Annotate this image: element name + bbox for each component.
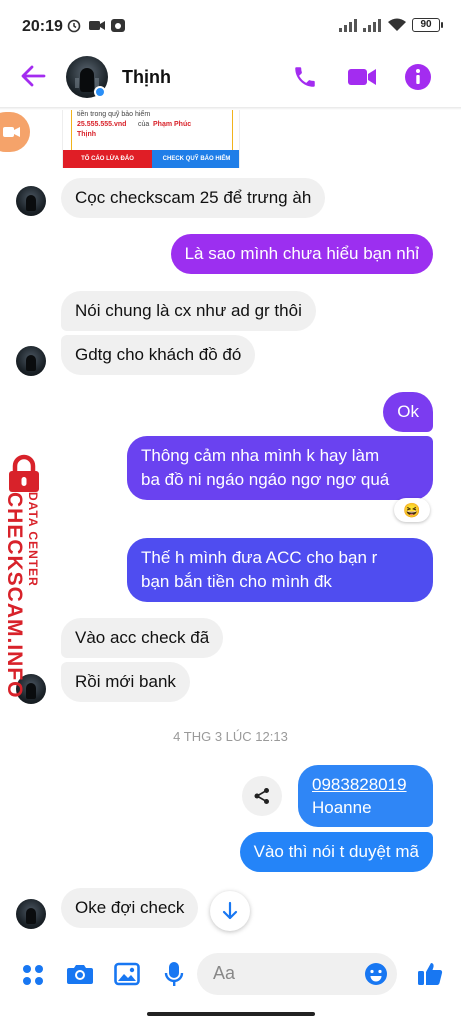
scroll-to-bottom-button[interactable] (210, 891, 250, 931)
battery-tip (441, 22, 443, 28)
message-outgoing[interactable]: Thông cảm nha mình k hay làm ba đồ ni ng… (127, 436, 433, 500)
sender-avatar[interactable] (16, 186, 46, 216)
status-bar: 20:19 90 (0, 0, 461, 48)
watermark: DATA CENTER CHECKSCAM.INFO (0, 450, 60, 699)
sender-avatar[interactable] (16, 346, 46, 376)
message-input-placeholder: Aa (213, 963, 236, 983)
message-timestamp: 4 THG 3 LÚC 12:13 (173, 729, 288, 744)
watermark-line2-wrap: CHECKSCAM.INFO (3, 492, 26, 699)
contact-name[interactable]: Thịnh (122, 67, 171, 88)
image-payee-2: Thịnh (77, 131, 97, 138)
share-button[interactable] (242, 776, 282, 816)
message-incoming[interactable]: Vào acc check đã (61, 618, 224, 658)
watermark-line1-wrap: DATA CENTER (26, 492, 40, 622)
microphone-icon[interactable] (164, 961, 184, 987)
battery-icon: 90 (412, 18, 440, 32)
message-line: bạn bắn tiền cho mình đk (141, 572, 332, 591)
message-incoming[interactable]: Gdtg cho khách đồ đó (61, 335, 256, 375)
wifi-icon (388, 18, 406, 31)
apps-icon[interactable] (22, 964, 44, 986)
back-arrow-icon[interactable] (20, 64, 46, 88)
share-icon (254, 788, 269, 804)
image-report-button: TỐ CÁO LỪA ĐẢO (63, 150, 152, 168)
signal-icon (339, 19, 357, 32)
signal-icon (363, 19, 381, 32)
gallery-icon[interactable] (114, 962, 140, 986)
padlock-icon (9, 454, 39, 492)
message-incoming[interactable]: Rồi mới bank (61, 662, 190, 702)
phone-link[interactable]: 0983828019 (312, 773, 419, 796)
message-line: ba đồ ni ngáo ngáo ngơ ngơ quá (141, 470, 390, 489)
info-icon[interactable] (404, 63, 432, 91)
message-incoming[interactable]: Nói chung là cx như ad gr thôi (61, 291, 316, 331)
message-incoming[interactable]: Cọc checkscam 25 để trưng àh (61, 178, 326, 218)
message-outgoing[interactable]: Thế h mình đưa ACC cho bạn r bạn bắn tiề… (127, 538, 433, 602)
emoji-icon[interactable] (364, 962, 388, 986)
battery-level: 90 (420, 19, 432, 30)
video-camera-icon[interactable] (346, 64, 378, 90)
app-notification-icon (111, 19, 125, 32)
status-time: 20:19 (22, 18, 63, 35)
watermark-text: DATA CENTER (26, 492, 40, 587)
image-text-of: của (138, 121, 150, 128)
shared-image[interactable]: tiền trong quỹ bảo hiểm 25.555.555.vnd c… (62, 110, 240, 168)
image-check-button: CHECK QUỸ BẢO HIỂM (152, 150, 239, 168)
like-icon[interactable] (417, 960, 443, 986)
phone-icon[interactable] (292, 64, 318, 90)
video-chat-head[interactable] (0, 112, 30, 152)
message-outgoing[interactable]: Vào thì nói t duyệt mã (239, 832, 433, 872)
home-indicator (147, 1012, 315, 1016)
message-line: Thế h mình đưa ACC cho bạn r (141, 548, 378, 567)
camera-icon[interactable] (66, 962, 94, 986)
arrow-down-icon (222, 901, 238, 920)
alarm-icon (67, 19, 81, 33)
video-record-icon (89, 21, 105, 30)
message-line: Thông cảm nha mình k hay làm (141, 446, 380, 465)
image-payee: Phạm Phúc (153, 121, 192, 128)
reaction-badge[interactable]: 😆 (394, 498, 430, 522)
watermark-brand: CHECKSCAM.INFO (3, 492, 26, 699)
image-text-line: tiền trong quỹ bảo hiểm (77, 111, 151, 118)
message-outgoing-contact[interactable]: 0983828019 Hoanne (298, 765, 433, 827)
laughing-emoji-icon: 😆 (403, 502, 421, 518)
online-dot (94, 86, 106, 98)
sender-avatar[interactable] (16, 899, 46, 929)
video-camera-icon (3, 127, 20, 137)
image-amount: 25.555.555.vnd (77, 121, 127, 128)
message-outgoing[interactable]: Là sao mình chưa hiểu bạn nhỉ (170, 234, 433, 274)
message-incoming[interactable]: Oke đợi check (61, 888, 199, 928)
contact-name-text: Hoanne (312, 798, 372, 817)
message-outgoing[interactable]: Ok (383, 392, 433, 432)
